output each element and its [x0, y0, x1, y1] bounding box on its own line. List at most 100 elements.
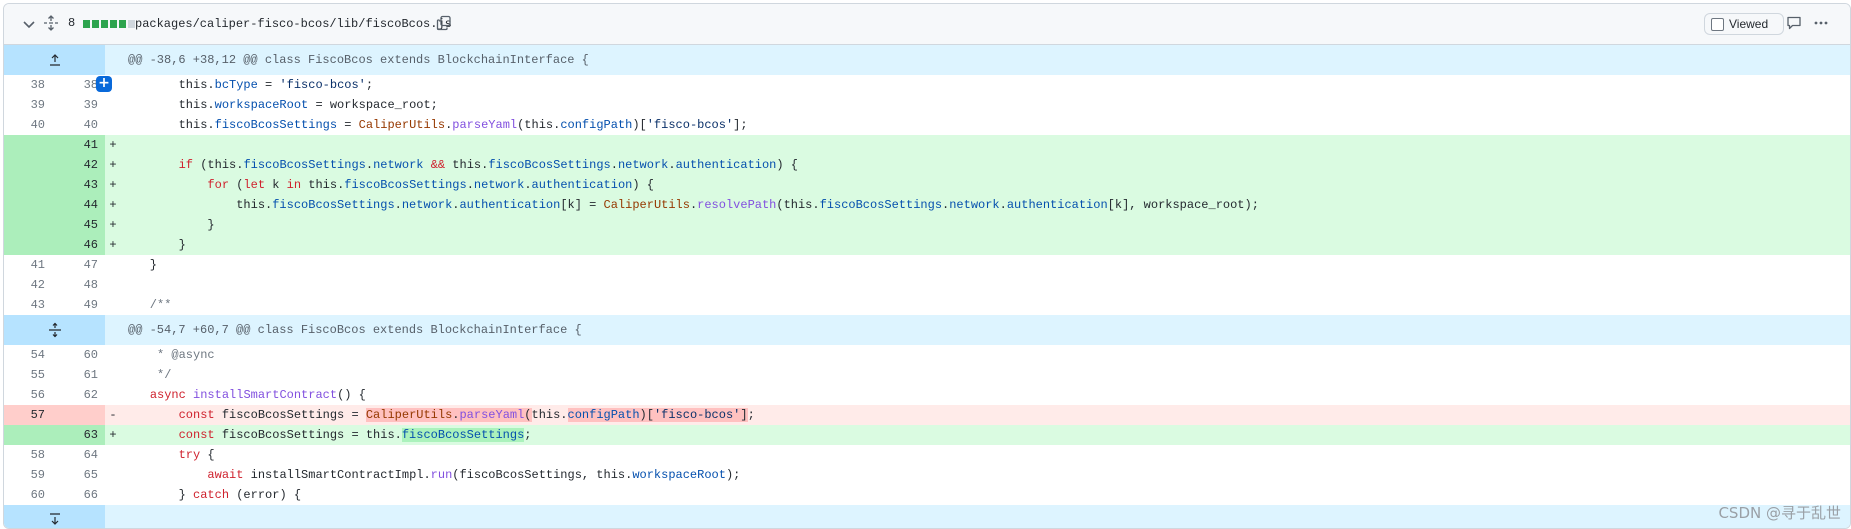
diff-marker	[105, 255, 121, 275]
diff-line: 59 65 await installSmartContractImpl.run…	[4, 465, 1850, 485]
file-header: 8 packages/caliper-fisco-bcos/lib/fiscoB…	[4, 4, 1850, 45]
new-line-number[interactable]: 47	[52, 255, 105, 275]
diff-marker	[105, 115, 121, 135]
diffstat-block	[92, 20, 99, 28]
new-line-number[interactable]: 63	[52, 425, 105, 445]
new-line-number[interactable]: 42	[52, 155, 105, 175]
old-line-number[interactable]: 38	[4, 75, 52, 95]
code-line: }	[121, 218, 215, 232]
old-line-number[interactable]	[4, 155, 52, 175]
diff-line-added: 45 + }	[4, 215, 1850, 235]
code-line: this.fiscoBcosSettings.network.authentic…	[121, 198, 1259, 212]
expand-both-icon[interactable]	[47, 322, 63, 338]
old-line-number[interactable]	[4, 175, 52, 195]
old-line-number[interactable]: 40	[4, 115, 52, 135]
new-line-number[interactable]: 65	[52, 465, 105, 485]
diff-line-deleted: 57 - const fiscoBcosSettings = CaliperUt…	[4, 405, 1850, 425]
code-line: }	[121, 238, 186, 252]
watermark: CSDN @寻于乱世	[1718, 504, 1841, 522]
diff-marker	[105, 275, 121, 295]
code-line: await installSmartContractImpl.run(fisco…	[207, 468, 741, 482]
old-line-number[interactable]: 58	[4, 445, 52, 465]
file-path[interactable]: packages/caliper-fisco-bcos/lib/fiscoBco…	[135, 17, 452, 31]
new-line-number[interactable]: 44	[52, 195, 105, 215]
diff-line: 56 62 async installSmartContract() {	[4, 385, 1850, 405]
expand-up-button[interactable]	[4, 45, 105, 75]
old-line-number[interactable]: 57	[4, 405, 52, 425]
new-line-number[interactable]: 48	[52, 275, 105, 295]
new-line-number[interactable]: 60	[52, 345, 105, 365]
diff-line: 43 49 /**	[4, 295, 1850, 315]
old-line-number[interactable]	[4, 195, 52, 215]
diff-line: 60 66 } catch (error) {	[4, 485, 1850, 505]
diff-marker	[105, 365, 121, 385]
old-line-number[interactable]: 39	[4, 95, 52, 115]
new-line-number[interactable]: 39	[52, 95, 105, 115]
new-line-number[interactable]: 66	[52, 485, 105, 505]
diff-marker: -	[109, 408, 117, 422]
diff-line: 58 64 try {	[4, 445, 1850, 465]
code-line: try {	[178, 448, 215, 462]
new-line-number[interactable]: 49	[52, 295, 105, 315]
old-line-number[interactable]: 55	[4, 365, 52, 385]
new-line-number[interactable]: 62	[52, 385, 105, 405]
new-line-number[interactable]: 46	[52, 235, 105, 255]
expand-up-icon[interactable]	[47, 52, 63, 68]
new-line-number[interactable]: 41	[52, 135, 105, 155]
diff-marker: +	[109, 158, 117, 172]
diffstat-bar	[83, 20, 135, 28]
diffstat-block	[83, 20, 90, 28]
old-line-number[interactable]	[4, 135, 52, 155]
new-line-number[interactable]: 40	[52, 115, 105, 135]
viewed-label: Viewed	[1729, 17, 1769, 31]
hunk-header: @@ -54,7 +60,7 @@ class FiscoBcos extend…	[4, 315, 1850, 345]
old-line-number[interactable]: 42	[4, 275, 52, 295]
code-line: * @async	[121, 348, 215, 362]
old-line-number[interactable]	[4, 215, 52, 235]
viewed-checkbox[interactable]: Viewed	[1704, 13, 1784, 35]
old-line-number[interactable]: 59	[4, 465, 52, 485]
diff-marker	[105, 485, 121, 505]
copy-icon[interactable]	[436, 15, 452, 31]
diff-marker	[105, 345, 121, 365]
chevron-down-icon[interactable]	[21, 16, 37, 32]
old-line-number[interactable]: 56	[4, 385, 52, 405]
diffstat-block	[119, 20, 126, 28]
diff-marker: +	[109, 218, 117, 232]
kebab-menu-icon[interactable]	[1813, 15, 1829, 31]
expand-down-button[interactable]	[4, 505, 105, 528]
expand-both-button[interactable]	[4, 315, 105, 345]
new-line-number[interactable]: 43	[52, 175, 105, 195]
old-line-number[interactable]	[4, 235, 52, 255]
new-line-number[interactable]: 64	[52, 445, 105, 465]
new-line-number[interactable]	[52, 405, 105, 425]
comment-icon[interactable]	[1786, 15, 1802, 31]
checkbox-box[interactable]	[1711, 17, 1724, 31]
old-line-number[interactable]: 60	[4, 485, 52, 505]
old-line-number[interactable]: 41	[4, 255, 52, 275]
old-line-number[interactable]: 54	[4, 345, 52, 365]
expand-all-icon[interactable]	[43, 15, 59, 31]
code-line: } catch (error) {	[121, 488, 302, 502]
old-line-number[interactable]: 43	[4, 295, 52, 315]
code-line: this.workspaceRoot = workspace_root;	[121, 98, 438, 112]
diff-line-added: 41 +	[4, 135, 1850, 155]
diff-marker: +	[109, 198, 117, 212]
diff-count: 8	[68, 16, 76, 30]
diff-line: 39 39 this.workspaceRoot = workspace_roo…	[4, 95, 1850, 115]
new-line-number[interactable]: 45	[52, 215, 105, 235]
diff-line-added: 43 + for (let k in this.fiscoBcosSetting…	[4, 175, 1850, 195]
diff-marker	[105, 445, 121, 465]
new-line-number[interactable]: 61	[52, 365, 105, 385]
hunk-header: @@ -38,6 +38,12 @@ class FiscoBcos exten…	[4, 45, 1850, 75]
diff-line: 54 60 * @async	[4, 345, 1850, 365]
old-line-number[interactable]	[4, 425, 52, 445]
diff-line-added: 46 + }	[4, 235, 1850, 255]
code-line: this.bcType = 'fisco-bcos';	[121, 78, 374, 92]
diff-line: 42 48	[4, 275, 1850, 295]
expand-down-icon[interactable]	[47, 511, 63, 527]
hunk-header-text: @@ -54,7 +60,7 @@ class FiscoBcos extend…	[128, 323, 582, 337]
add-comment-button[interactable]: +	[96, 76, 112, 92]
diff-marker: +	[109, 178, 117, 192]
diff-marker: +	[109, 428, 117, 442]
